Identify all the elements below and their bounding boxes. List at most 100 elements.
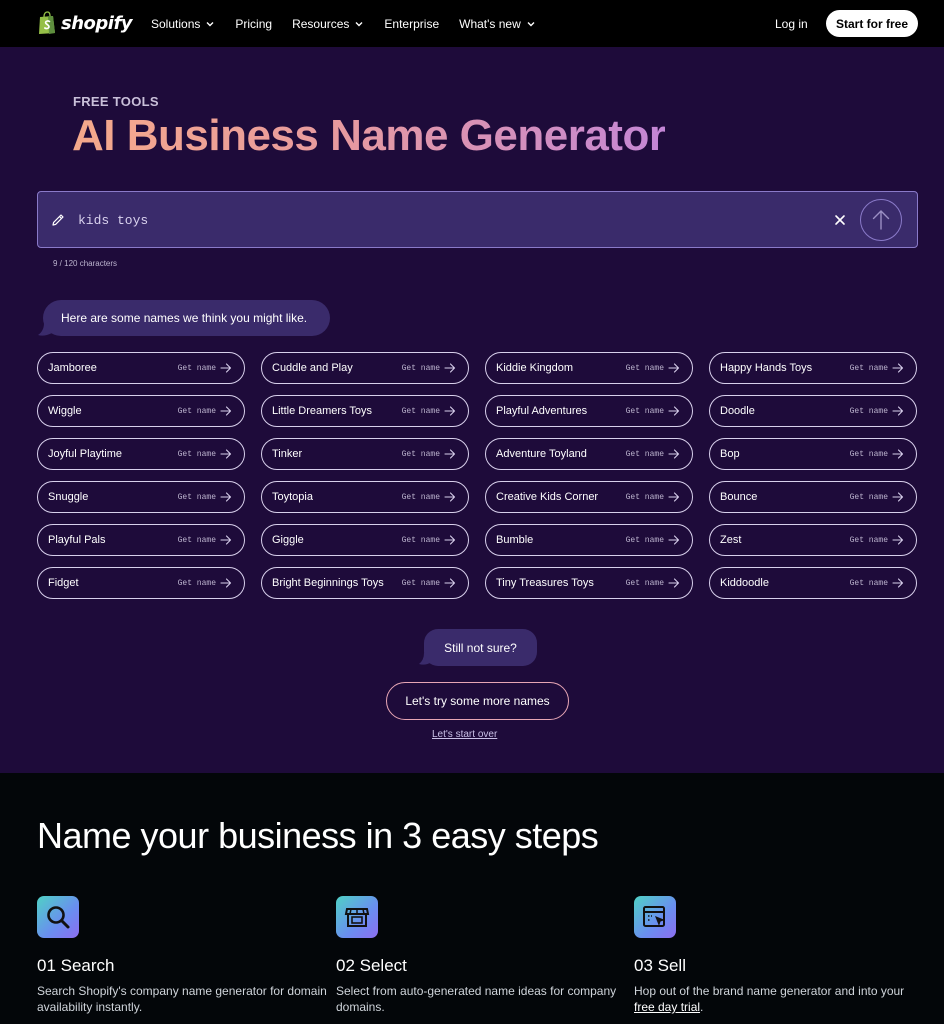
get-name-link[interactable]: Get name bbox=[626, 578, 680, 588]
name-suggestion-label: Kiddoodle bbox=[720, 577, 769, 589]
name-suggestion[interactable]: Bop Get name bbox=[709, 438, 917, 470]
get-name-link[interactable]: Get name bbox=[178, 578, 232, 588]
get-name-label: Get name bbox=[849, 406, 888, 416]
nav-item-solutions[interactable]: Solutions bbox=[151, 17, 215, 31]
get-name-link[interactable]: Get name bbox=[178, 449, 232, 459]
search-icon bbox=[37, 896, 79, 938]
nav-item-label: Solutions bbox=[151, 16, 201, 31]
name-suggestion[interactable]: Kiddoodle Get name bbox=[709, 567, 917, 599]
get-name-link[interactable]: Get name bbox=[402, 492, 456, 502]
name-suggestion[interactable]: Zest Get name bbox=[709, 524, 917, 556]
get-name-label: Get name bbox=[401, 535, 440, 545]
name-suggestion[interactable]: Playful Adventures Get name bbox=[485, 395, 693, 427]
arrow-right-icon bbox=[668, 363, 680, 373]
get-name-link[interactable]: Get name bbox=[178, 406, 232, 416]
login-link[interactable]: Log in bbox=[775, 17, 808, 31]
get-name-link[interactable]: Get name bbox=[850, 363, 904, 373]
get-name-link[interactable]: Get name bbox=[626, 363, 680, 373]
get-name-label: Get name bbox=[849, 578, 888, 588]
get-name-link[interactable]: Get name bbox=[850, 535, 904, 545]
nav-item-resources[interactable]: Resources bbox=[292, 17, 364, 31]
search-input[interactable] bbox=[78, 202, 818, 238]
get-name-label: Get name bbox=[625, 449, 664, 459]
name-suggestion[interactable]: Happy Hands Toys Get name bbox=[709, 352, 917, 384]
get-name-link[interactable]: Get name bbox=[402, 449, 456, 459]
get-name-link[interactable]: Get name bbox=[850, 578, 904, 588]
name-suggestion-label: Kiddie Kingdom bbox=[496, 362, 574, 374]
name-suggestion[interactable]: Playful Pals Get name bbox=[37, 524, 245, 556]
name-suggestion-label: Adventure Toyland bbox=[496, 448, 587, 460]
get-name-link[interactable]: Get name bbox=[850, 406, 904, 416]
get-name-link[interactable]: Get name bbox=[626, 492, 680, 502]
get-name-link[interactable]: Get name bbox=[402, 578, 456, 588]
get-name-link[interactable]: Get name bbox=[402, 363, 456, 373]
name-suggestion[interactable]: Tiny Treasures Toys Get name bbox=[485, 567, 693, 599]
name-suggestion-label: Little Dreamers Toys bbox=[272, 405, 373, 417]
name-suggestion[interactable]: Snuggle Get name bbox=[37, 481, 245, 513]
name-suggestion[interactable]: Cuddle and Play Get name bbox=[261, 352, 469, 384]
get-name-link[interactable]: Get name bbox=[402, 406, 456, 416]
step-description-end: . bbox=[700, 1000, 704, 1014]
nav-item-pricing[interactable]: Pricing bbox=[235, 17, 272, 31]
shopify-logo[interactable]: shopify bbox=[37, 11, 133, 35]
get-name-link[interactable]: Get name bbox=[850, 492, 904, 502]
get-name-link[interactable]: Get name bbox=[178, 492, 232, 502]
get-name-link[interactable]: Get name bbox=[850, 449, 904, 459]
get-name-link[interactable]: Get name bbox=[178, 363, 232, 373]
name-suggestion-label: Jamboree bbox=[48, 362, 97, 374]
steps-section: Name your business in 3 easy steps 01 Se… bbox=[0, 773, 944, 1024]
arrow-right-icon bbox=[668, 492, 680, 502]
get-name-link[interactable]: Get name bbox=[178, 535, 232, 545]
arrow-right-icon bbox=[892, 578, 904, 588]
step-description-text: Hop out of the brand name generator and … bbox=[634, 984, 905, 998]
name-suggestion[interactable]: Bumble Get name bbox=[485, 524, 693, 556]
step-select: 02 Select Select from auto-generated nam… bbox=[336, 896, 626, 1014]
start-over-link[interactable]: Let's start over bbox=[432, 729, 497, 740]
name-suggestion[interactable]: Bright Beginnings Toys Get name bbox=[261, 567, 469, 599]
nav-item-label: What's new bbox=[459, 16, 521, 31]
search-box bbox=[37, 191, 918, 248]
arrow-right-icon bbox=[220, 578, 232, 588]
nav-item-label: Enterprise bbox=[384, 16, 440, 31]
name-suggestion[interactable]: Wiggle Get name bbox=[37, 395, 245, 427]
name-suggestion-label: Giggle bbox=[272, 534, 304, 546]
name-suggestion[interactable]: Bounce Get name bbox=[709, 481, 917, 513]
name-suggestion[interactable]: Creative Kids Corner Get name bbox=[485, 481, 693, 513]
free-trial-link[interactable]: free day trial bbox=[634, 1000, 700, 1014]
submit-button[interactable] bbox=[860, 199, 902, 241]
name-suggestion[interactable]: Tinker Get name bbox=[261, 438, 469, 470]
get-name-label: Get name bbox=[177, 363, 216, 373]
name-suggestion[interactable]: Fidget Get name bbox=[37, 567, 245, 599]
arrow-right-icon bbox=[892, 535, 904, 545]
nav-item-enterprise[interactable]: Enterprise bbox=[384, 17, 439, 31]
logo-text: shopify bbox=[61, 12, 133, 34]
browser-cursor-icon bbox=[634, 896, 676, 938]
start-for-free-button[interactable]: Start for free bbox=[826, 10, 918, 37]
page-title: AI Business Name Generator bbox=[72, 111, 666, 160]
eyebrow-label: FREE TOOLS bbox=[73, 94, 159, 109]
name-suggestion[interactable]: Kiddie Kingdom Get name bbox=[485, 352, 693, 384]
get-name-link[interactable]: Get name bbox=[626, 535, 680, 545]
name-suggestion-label: Playful Pals bbox=[48, 534, 106, 546]
name-suggestion[interactable]: Doodle Get name bbox=[709, 395, 917, 427]
step-title: 02 Select bbox=[336, 956, 407, 975]
nav-item-whats-new[interactable]: What's new bbox=[459, 17, 536, 31]
name-suggestion[interactable]: Giggle Get name bbox=[261, 524, 469, 556]
name-generator-hero: FREE TOOLS AI Business Name Generator 9 … bbox=[0, 47, 944, 773]
arrow-right-icon bbox=[220, 449, 232, 459]
arrow-right-icon bbox=[444, 449, 456, 459]
name-suggestion[interactable]: Jamboree Get name bbox=[37, 352, 245, 384]
name-suggestion[interactable]: Adventure Toyland Get name bbox=[485, 438, 693, 470]
name-suggestion[interactable]: Little Dreamers Toys Get name bbox=[261, 395, 469, 427]
name-suggestion[interactable]: Joyful Playtime Get name bbox=[37, 438, 245, 470]
more-names-button[interactable]: Let's try some more names bbox=[386, 682, 569, 720]
step-sell: 03 Sell Hop out of the brand name genera… bbox=[634, 896, 924, 1014]
close-icon[interactable] bbox=[832, 212, 848, 228]
name-suggestion-label: Playful Adventures bbox=[496, 405, 588, 417]
name-suggestion-label: Toytopia bbox=[272, 491, 313, 503]
get-name-link[interactable]: Get name bbox=[626, 449, 680, 459]
get-name-link[interactable]: Get name bbox=[402, 535, 456, 545]
get-name-label: Get name bbox=[625, 492, 664, 502]
name-suggestion[interactable]: Toytopia Get name bbox=[261, 481, 469, 513]
get-name-link[interactable]: Get name bbox=[626, 406, 680, 416]
